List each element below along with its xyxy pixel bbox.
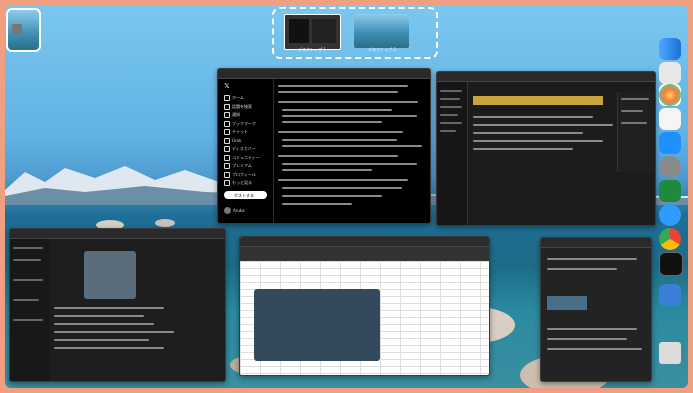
x-menu-item[interactable]: プレミアム: [232, 163, 252, 169]
desktop-2-label: デスクトップ 2: [368, 47, 396, 52]
inspector-panel: [617, 92, 654, 172]
x-menu-icon: [224, 154, 230, 161]
photos-icon[interactable]: [659, 84, 681, 106]
window-toolbar: [437, 72, 655, 82]
chrome-icon[interactable]: [659, 228, 681, 250]
x-menu-icon: [224, 129, 230, 135]
post-button-label: ポストする: [234, 193, 254, 198]
x-post-content: [274, 79, 430, 223]
desktop-thumbnail-selected[interactable]: [6, 8, 41, 52]
storage-icon[interactable]: [659, 284, 681, 306]
app-store-icon[interactable]: [659, 132, 681, 154]
window-toolbar: [541, 238, 651, 248]
x-menu-item[interactable]: ディスカバー: [232, 146, 256, 152]
browser-window-bottom-left[interactable]: [9, 228, 226, 382]
desktop-2-thumbnail[interactable]: [354, 14, 409, 48]
control-center-image: [84, 251, 136, 299]
x-menu-icon: [224, 171, 230, 178]
avatar[interactable]: [224, 207, 231, 214]
preview-thumb: [547, 296, 587, 310]
dock: [659, 32, 685, 372]
x-menu-icon: [224, 95, 230, 101]
x-menu-icon: [224, 120, 230, 127]
x-menu-item[interactable]: コミュニティー: [232, 155, 260, 161]
app-mini-icon: [12, 24, 22, 34]
x-menu-icon: [224, 180, 230, 186]
x-menu-item[interactable]: 話題を検索: [232, 104, 252, 110]
safari-icon[interactable]: [659, 204, 681, 226]
spaces-bar: デスクトップ 1 デスクトップ 2: [272, 7, 438, 59]
x-sidebar: 𝕏 ホーム話題を検索通知ブックマーク チャット Grok ディスカバー コミュニティープ…: [218, 79, 274, 223]
editor-sidebar: [437, 82, 468, 225]
x-menu-icon: [224, 146, 230, 152]
highlighted-heading: [473, 96, 603, 105]
settings-icon[interactable]: [659, 156, 681, 178]
x-browser-window[interactable]: 𝕏 ホーム話題を検索通知ブックマーク チャット Grok ディスカバー コミュニティープ…: [217, 68, 431, 224]
desktop-1-label: デスクトップ 1: [298, 47, 326, 52]
x-menu-item[interactable]: もっと見る: [232, 180, 252, 186]
x-menu-icon: [224, 103, 230, 110]
x-menu-item[interactable]: ホーム: [232, 95, 244, 101]
editor-window-right[interactable]: [436, 71, 656, 226]
side-nav: [10, 239, 50, 381]
x-menu-item[interactable]: ブックマーク: [232, 121, 256, 127]
x-menu-item[interactable]: チャット: [232, 129, 248, 135]
desktop-1-thumbnail[interactable]: [284, 14, 341, 50]
settings-window[interactable]: [540, 237, 652, 382]
x-menu-icon: [224, 137, 230, 144]
x-menu-item[interactable]: 通知: [232, 112, 240, 118]
excel-icon[interactable]: [659, 180, 681, 202]
x-menu-item[interactable]: Grok: [232, 138, 241, 143]
iphone-mirroring-icon[interactable]: [659, 252, 683, 276]
ribbon: [240, 247, 489, 261]
x-menu-icon: [224, 163, 230, 169]
x-menu-icon: [224, 112, 230, 118]
window-toolbar: [218, 69, 430, 79]
window-toolbar: [240, 237, 489, 247]
account-name: Aruka: [233, 208, 245, 213]
list-panel: [54, 307, 184, 367]
notes-icon[interactable]: [659, 108, 681, 130]
post-button[interactable]: ポストする: [224, 191, 267, 199]
embedded-screenshot: [254, 289, 380, 361]
x-menu-item[interactable]: プロフィール: [232, 172, 256, 178]
spreadsheet-window[interactable]: [239, 236, 490, 376]
trash-icon[interactable]: [659, 342, 681, 364]
finder-icon[interactable]: [659, 38, 681, 60]
launchpad-icon[interactable]: [659, 62, 681, 84]
x-logo-icon[interactable]: 𝕏: [224, 82, 230, 90]
window-toolbar: [10, 229, 225, 239]
